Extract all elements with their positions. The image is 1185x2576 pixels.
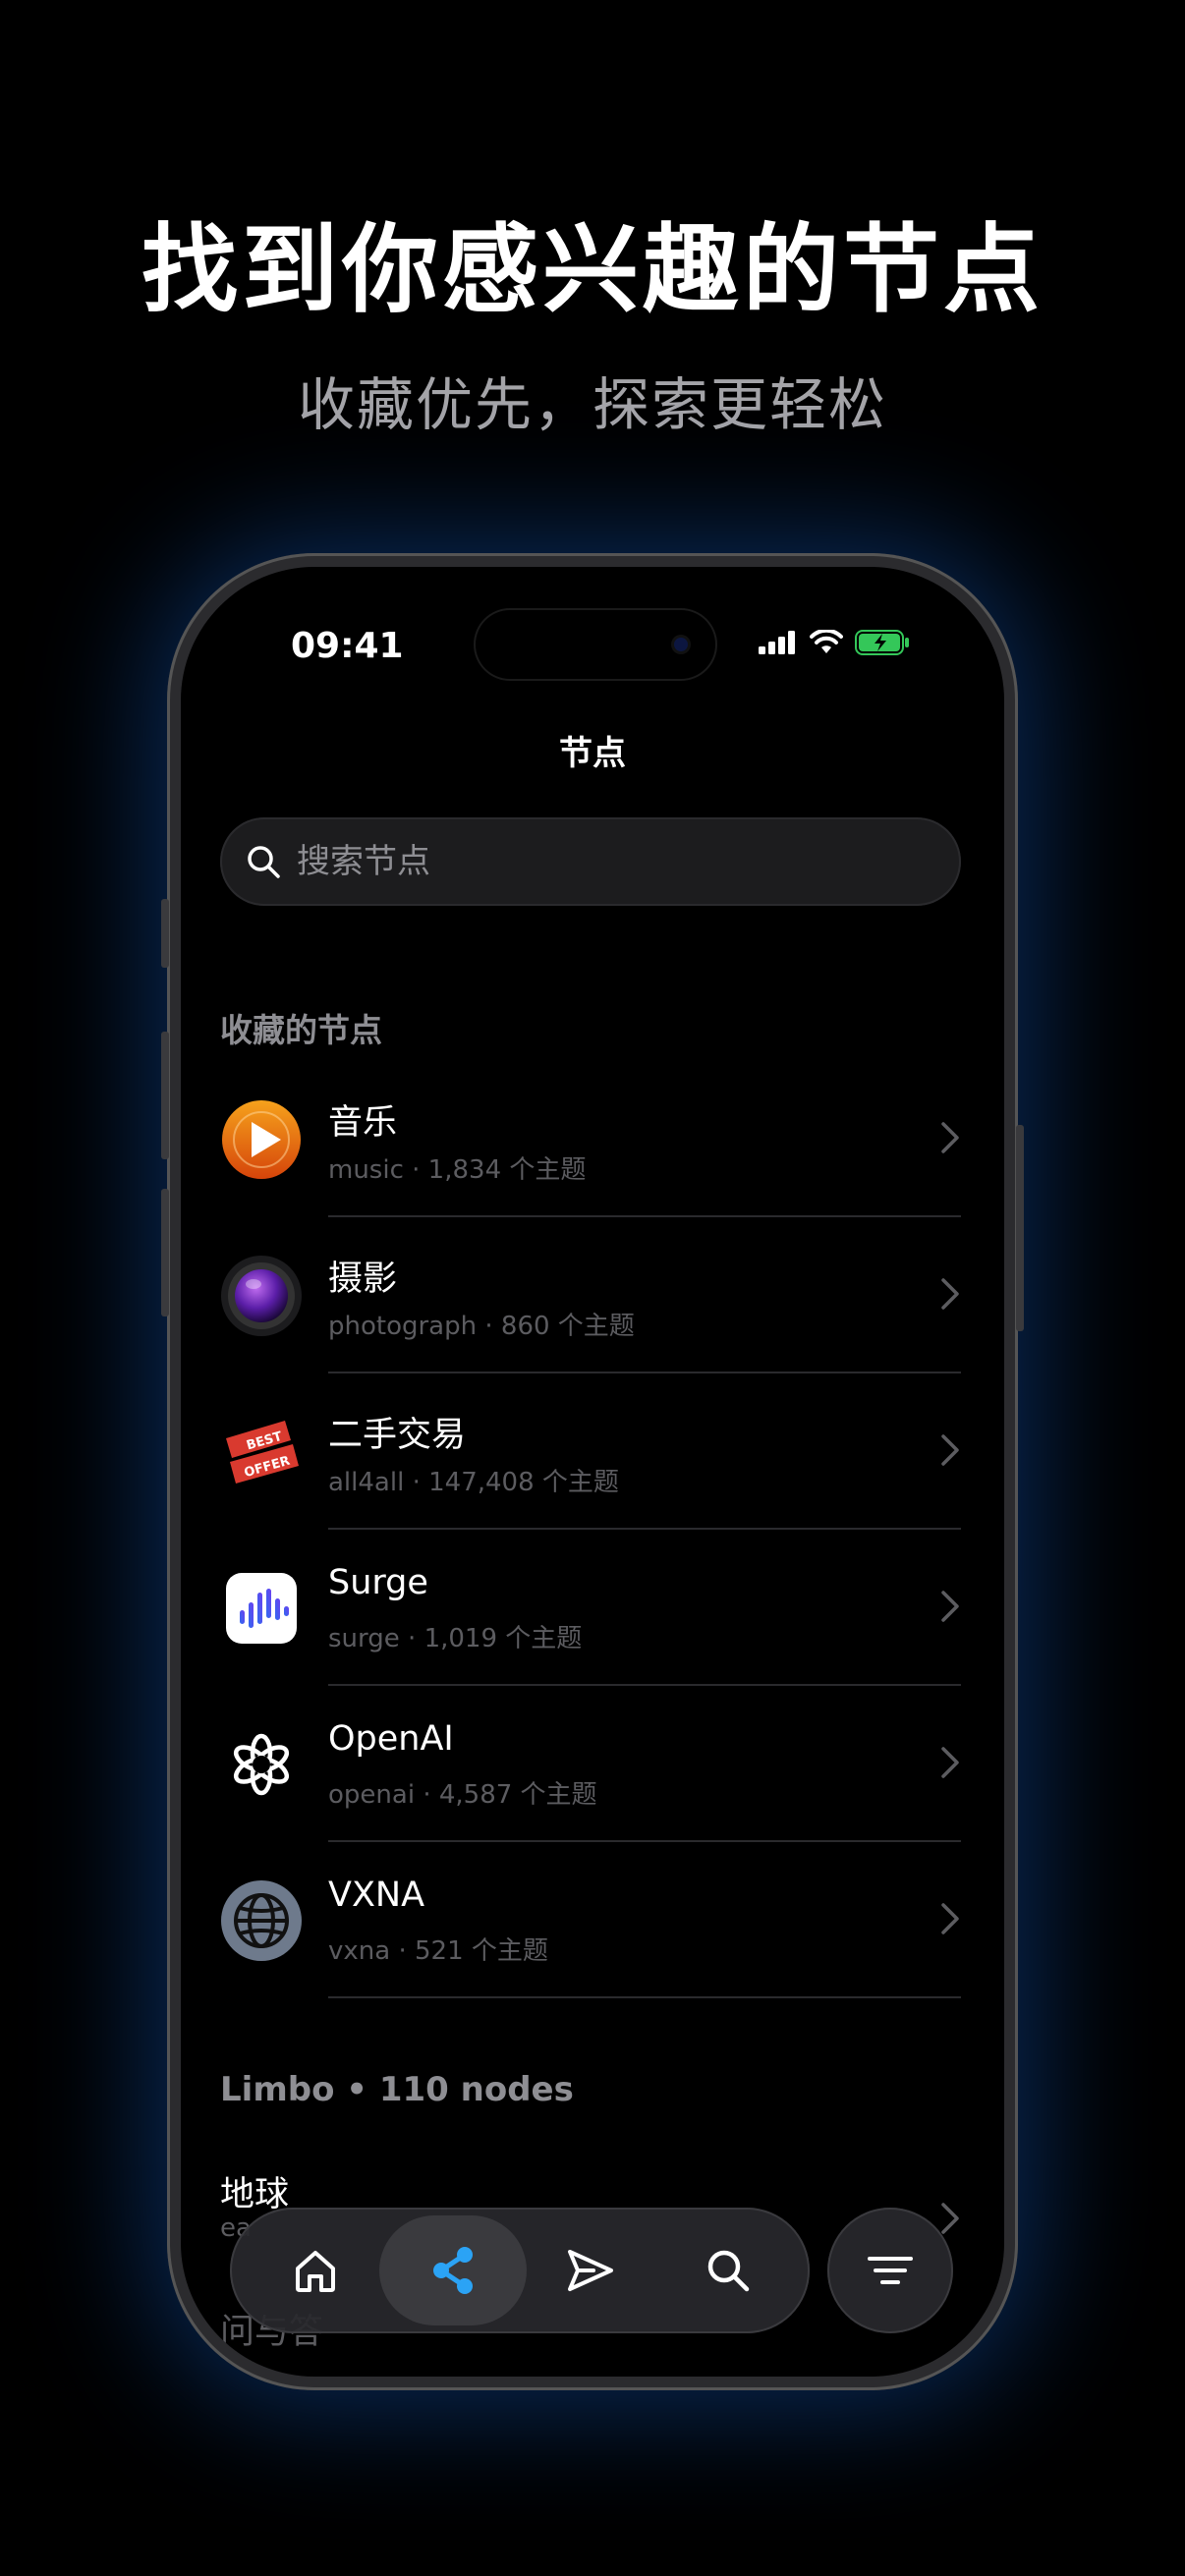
tab-bar — [230, 2208, 810, 2333]
front-camera-icon — [674, 638, 688, 651]
globe-icon — [221, 1880, 302, 1961]
mute-switch — [161, 899, 169, 968]
node-title: VXNA — [328, 1876, 425, 1915]
music-play-icon — [222, 1100, 301, 1179]
search-icon — [246, 844, 281, 879]
node-title: Surge — [328, 1563, 428, 1602]
volume-up-button — [161, 1032, 169, 1159]
surge-logo-icon — [226, 1573, 297, 1644]
chevron-right-icon — [941, 1747, 959, 1778]
promo-headline: 找到你感兴趣的节点 — [141, 214, 1044, 326]
node-meta: openai · 4,587 个主题 — [328, 1780, 597, 1810]
tab-home[interactable] — [242, 2215, 389, 2325]
best-offer-badge-icon: BEST OFFER — [226, 1421, 299, 1484]
list-item[interactable]: 摄影 photograph · 860 个主题 — [220, 1217, 961, 1373]
list-item[interactable]: 音乐 music · 1,834 个主题 — [220, 1061, 961, 1217]
node-meta: photograph · 860 个主题 — [328, 1312, 635, 1341]
node-meta: music · 1,834 个主题 — [328, 1155, 587, 1185]
limbo-section-label: Limbo • 110 nodes — [220, 2070, 574, 2109]
chevron-right-icon — [941, 1122, 959, 1153]
chevron-right-icon — [941, 2203, 959, 2234]
home-icon — [296, 2251, 335, 2292]
battery-charging-icon — [855, 630, 909, 655]
chevron-right-icon — [941, 1903, 959, 1934]
node-title: 二手交易 — [328, 1416, 467, 1455]
filter-button[interactable] — [827, 2208, 953, 2333]
node-title: 音乐 — [328, 1103, 398, 1143]
node-meta: surge · 1,019 个主题 — [328, 1624, 583, 1653]
favorites-section-label: 收藏的节点 — [220, 1011, 382, 1049]
node-meta: all4all · 147,408 个主题 — [328, 1468, 619, 1497]
phone-screen: 09:41 节点 收藏的节点 — [181, 567, 1004, 2377]
tab-search[interactable] — [654, 2215, 802, 2325]
chevron-right-icon — [941, 1434, 959, 1466]
promo-subheadline: 收藏优先，探索更轻松 — [297, 371, 887, 438]
status-icons — [759, 630, 910, 655]
filter-lines-icon — [868, 2257, 913, 2284]
camera-lens-icon — [221, 1256, 302, 1336]
search-bar[interactable] — [220, 817, 961, 906]
search-input[interactable] — [295, 841, 888, 882]
page-title: 节点 — [559, 734, 626, 773]
openai-logo-icon — [233, 1733, 290, 1796]
list-item[interactable]: BEST OFFER 二手交易 all4all · 147,408 个主题 — [220, 1373, 961, 1530]
list-item[interactable]: OpenAI openai · 4,587 个主题 — [220, 1686, 961, 1842]
status-time: 09:41 — [291, 626, 404, 666]
volume-down-button — [161, 1189, 169, 1316]
tab-nodes[interactable] — [379, 2215, 527, 2325]
list-item[interactable]: Surge surge · 1,019 个主题 — [220, 1530, 961, 1686]
chevron-right-icon — [941, 1278, 959, 1310]
node-title: 摄影 — [328, 1260, 398, 1299]
share-nodes-icon — [433, 2247, 473, 2294]
favorites-list: 音乐 music · 1,834 个主题 摄影 photograph · 860… — [220, 1061, 961, 1998]
power-button — [1016, 1125, 1024, 1331]
search-icon — [707, 2250, 750, 2292]
chevron-right-icon — [941, 1591, 959, 1622]
dynamic-island — [474, 608, 717, 681]
cellular-signal-icon — [759, 631, 795, 654]
row-divider — [328, 1996, 961, 1998]
node-title: OpenAI — [328, 1719, 454, 1759]
node-meta: vxna · 521 个主题 — [328, 1936, 548, 1966]
send-icon — [568, 2250, 613, 2291]
tab-send[interactable] — [517, 2215, 664, 2325]
wifi-icon — [810, 630, 843, 653]
list-item[interactable]: VXNA vxna · 521 个主题 — [220, 1842, 961, 1998]
